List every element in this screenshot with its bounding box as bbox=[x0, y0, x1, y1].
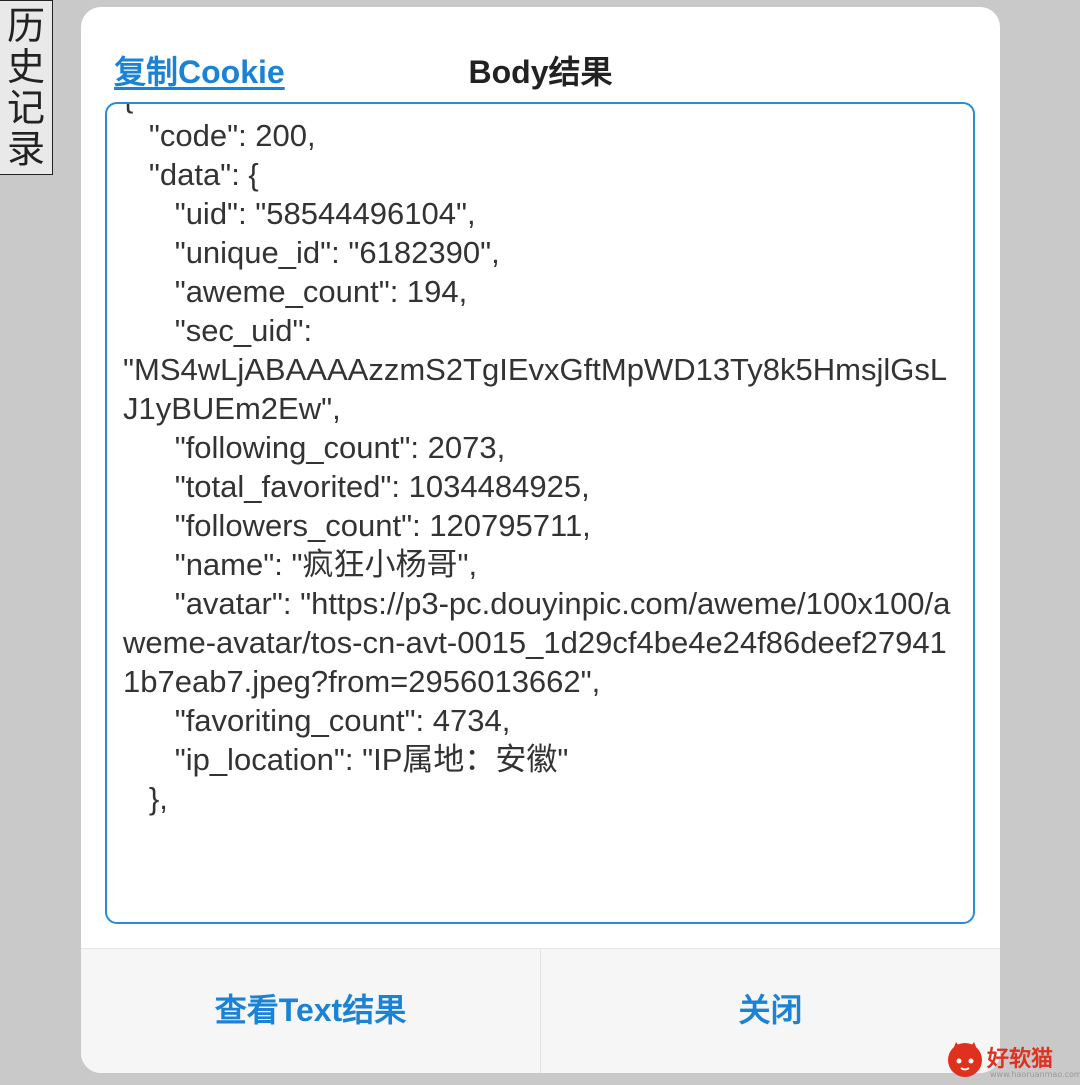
history-tab[interactable]: 历史记录 bbox=[0, 0, 53, 175]
body-result-textarea[interactable]: { "code": 200, "data": { "uid": "5854449… bbox=[105, 102, 975, 924]
watermark-brand: 好软猫 bbox=[987, 1047, 1054, 1072]
history-tab-label: 历史记录 bbox=[6, 3, 45, 171]
close-button[interactable]: 关闭 bbox=[540, 949, 1000, 1073]
body-result-dialog: 复制Cookie Body结果 { "code": 200, "data": {… bbox=[81, 7, 1000, 1073]
body-result-text: { "code": 200, "data": { "uid": "5854449… bbox=[123, 104, 951, 816]
dialog-header: 复制Cookie Body结果 bbox=[81, 7, 1000, 102]
cat-logo-icon bbox=[948, 1042, 982, 1077]
dialog-title: Body结果 bbox=[468, 54, 613, 90]
view-text-result-button[interactable]: 查看Text结果 bbox=[81, 949, 540, 1073]
watermark-url: www.haoruanmao.com bbox=[990, 1070, 1080, 1079]
dialog-footer: 查看Text结果 关闭 bbox=[81, 948, 1000, 1073]
